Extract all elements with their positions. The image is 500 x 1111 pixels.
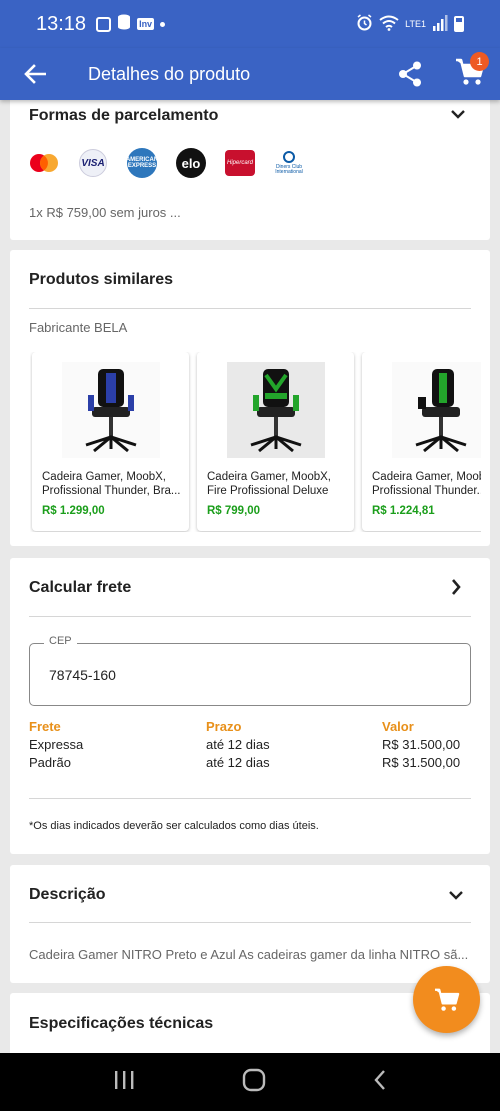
shipping-method: Padrão <box>29 754 71 770</box>
shipping-note: *Os dias indicados deverão ser calculado… <box>29 820 319 832</box>
battery-icon <box>454 16 464 32</box>
amex-icon: AMERICAN EXPRESS <box>126 148 158 178</box>
product-price: R$ 799,00 <box>207 505 261 517</box>
chevron-right-icon <box>452 579 461 595</box>
description-toggle[interactable] <box>448 888 464 906</box>
shipping-method: Expressa <box>29 736 84 752</box>
inv-app-icon: Inv <box>137 18 155 30</box>
specs-title: Especificações técnicas <box>29 1015 214 1032</box>
chevron-down-icon <box>449 891 463 900</box>
shipping-price: R$ 31.500,00 <box>382 736 461 752</box>
product-card[interactable]: Cadeira Gamer, MoobX, Profissional Thund… <box>32 352 189 531</box>
product-name: Cadeira Gamer, MoobX, Profissional Thund… <box>372 471 481 497</box>
manufacturer-label: Fabricante BELA <box>29 320 128 335</box>
status-time: 13:18 <box>36 12 87 35</box>
back-button[interactable] <box>0 48 70 100</box>
chevron-down-icon <box>451 110 465 119</box>
system-nav-bar <box>0 1053 500 1111</box>
cep-value: 78745-160 <box>49 667 116 683</box>
back-nav-icon <box>374 1069 385 1090</box>
shipping-table-header: Frete Prazo Valor <box>29 717 471 735</box>
signal-icon <box>432 14 448 34</box>
product-image-chair <box>392 362 481 458</box>
installments-toggle[interactable] <box>450 107 466 125</box>
mastercard-icon <box>28 148 60 178</box>
database-icon <box>117 14 131 35</box>
shipping-title: Calcular frete <box>29 579 132 596</box>
product-card[interactable]: Cadeira Gamer, MoobX, Profissional Thund… <box>362 352 481 531</box>
shipping-time: até 12 dias <box>206 736 270 752</box>
divider <box>29 798 471 799</box>
network-label: LTE1 <box>405 18 426 29</box>
header-prazo: Prazo <box>206 718 242 734</box>
shipping-table: Frete Prazo Valor Expressa até 12 dias R… <box>29 717 471 771</box>
gallery-icon <box>96 16 112 32</box>
header-valor: Valor <box>382 718 414 734</box>
arrow-back-icon <box>24 64 46 84</box>
home-icon <box>242 1068 266 1091</box>
divider <box>29 616 471 617</box>
add-to-cart-fab[interactable] <box>413 966 480 1033</box>
product-image-chair <box>227 362 325 458</box>
product-image-chair <box>62 362 160 458</box>
installments-card: Formas de parcelamento VISA AMERICAN EXP… <box>10 90 490 240</box>
product-card[interactable]: Cadeira Gamer, MoobX, Fire Profissional … <box>197 352 354 531</box>
product-name: Cadeira Gamer, MoobX, Profissional Thund… <box>42 471 181 497</box>
similar-products-card: Produtos similares Fabricante BELA Cadei… <box>10 250 490 546</box>
product-name: Cadeira Gamer, MoobX, Fire Profissional … <box>207 471 332 497</box>
visa-icon: VISA <box>77 148 109 178</box>
elo-icon: elo <box>175 148 207 178</box>
divider <box>29 922 471 923</box>
shipping-time: até 12 dias <box>206 754 270 770</box>
cep-input[interactable]: CEP 78745-160 <box>29 635 471 706</box>
similar-products-carousel[interactable]: Cadeira Gamer, MoobX, Profissional Thund… <box>30 352 481 532</box>
share-button[interactable] <box>393 56 427 92</box>
home-button[interactable] <box>242 1068 266 1097</box>
similar-products-title: Produtos similares <box>29 271 174 288</box>
diners-icon: Diners Club International <box>273 148 305 178</box>
card-brand-list: VISA AMERICAN EXPRESS elo Hipercard Dine… <box>28 148 305 178</box>
shipping-card: Calcular frete CEP 78745-160 Frete Prazo… <box>10 558 490 854</box>
cep-label: CEP <box>44 635 77 647</box>
installments-summary: 1x R$ 759,00 sem juros ... <box>29 205 181 220</box>
divider <box>29 308 471 309</box>
recent-apps-icon <box>115 1070 134 1089</box>
description-card: Descrição Cadeira Gamer NITRO Preto e Az… <box>10 865 490 983</box>
more-notifications-icon <box>160 21 166 27</box>
status-right-icons: LTE1 <box>356 14 464 34</box>
product-price: R$ 1.224,81 <box>372 505 435 517</box>
shipping-price: R$ 31.500,00 <box>382 754 461 770</box>
app-bar: Detalhes do produto <box>0 48 500 100</box>
shipping-expand-button[interactable] <box>450 578 462 601</box>
description-text: Cadeira Gamer NITRO Preto e Azul As cade… <box>29 947 469 962</box>
share-icon <box>399 61 421 87</box>
installments-title: Formas de parcelamento <box>29 107 219 124</box>
alarm-icon <box>356 14 373 34</box>
table-row: Padrão até 12 dias R$ 31.500,00 <box>29 753 471 771</box>
recent-apps-button[interactable] <box>113 1070 135 1095</box>
hipercard-icon: Hipercard <box>224 148 256 178</box>
header-frete: Frete <box>29 718 61 734</box>
back-nav-button[interactable] <box>373 1069 387 1096</box>
product-price: R$ 1.299,00 <box>42 505 105 517</box>
cart-icon <box>434 988 459 1011</box>
description-title: Descrição <box>29 886 106 903</box>
cart-count-badge: 1 <box>470 52 489 71</box>
status-bar: 13:18 Inv LTE1 <box>0 0 500 48</box>
page-title: Detalhes do produto <box>88 63 251 84</box>
wifi-icon <box>379 15 399 34</box>
table-row: Expressa até 12 dias R$ 31.500,00 <box>29 735 471 753</box>
status-notification-icons: Inv <box>96 14 166 35</box>
